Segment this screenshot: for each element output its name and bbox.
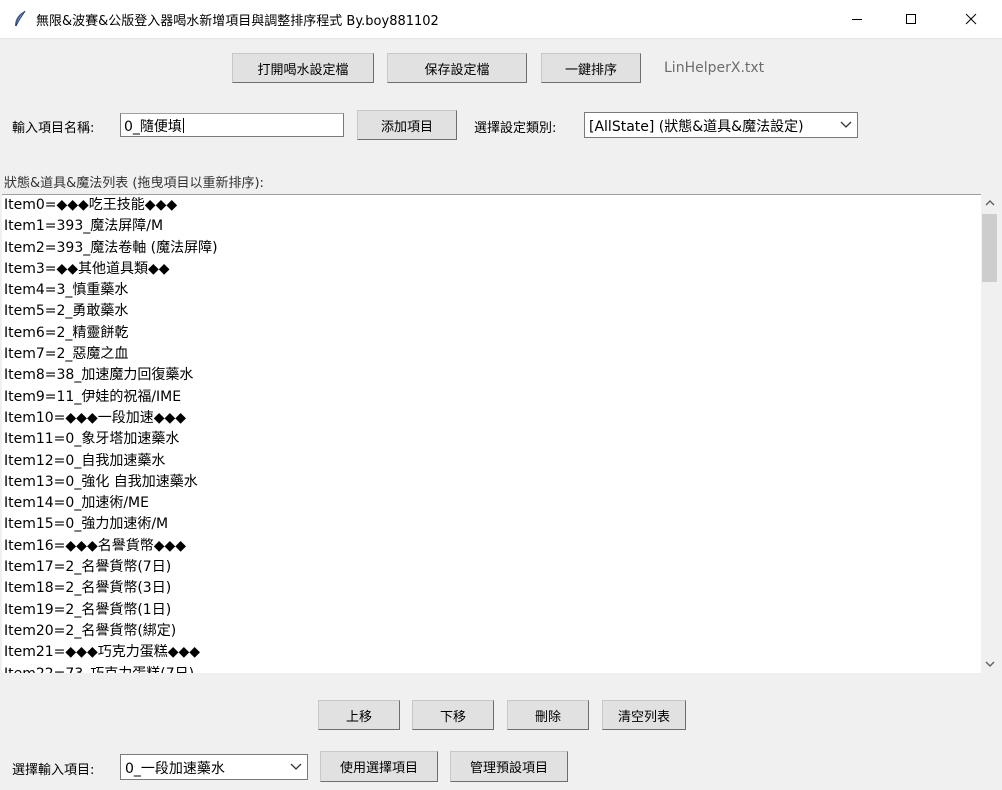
- list-item[interactable]: Item22=73_巧克力蛋糕(7日): [2, 664, 981, 673]
- category-select[interactable]: [AllState] (狀態&道具&魔法設定): [584, 112, 858, 138]
- maximize-button[interactable]: [888, 0, 934, 38]
- list-item[interactable]: Item13=0_強化 自我加速藥水: [2, 472, 981, 493]
- list-item[interactable]: Item1=393_魔法屏障/M: [2, 216, 981, 237]
- list-item[interactable]: Item11=0_象牙塔加速藥水: [2, 429, 981, 450]
- list-item[interactable]: Item15=0_強力加速術/M: [2, 514, 981, 535]
- list-item[interactable]: Item6=2_精靈餅乾: [2, 323, 981, 344]
- chevron-down-icon: [985, 661, 994, 667]
- item-name-label: 輸入項目名稱:: [12, 121, 95, 136]
- list-item[interactable]: Item0=◆◆◆吃王技能◆◆◆: [2, 195, 981, 216]
- list-item[interactable]: Item7=2_惡魔之血: [2, 344, 981, 365]
- open-config-button[interactable]: 打開喝水設定檔: [232, 53, 374, 83]
- move-down-button[interactable]: 下移: [412, 700, 494, 730]
- preset-item-select[interactable]: 0_一段加速藥水: [120, 754, 308, 780]
- sort-button[interactable]: 一鍵排序: [541, 53, 641, 83]
- list-item[interactable]: Item14=0_加速術/ME: [2, 493, 981, 514]
- add-item-button[interactable]: 添加項目: [357, 110, 457, 140]
- list-item[interactable]: Item17=2_名譽貨幣(7日): [2, 557, 981, 578]
- save-config-button[interactable]: 保存設定檔: [387, 53, 527, 83]
- category-value: [AllState] (狀態&道具&魔法設定): [589, 119, 804, 135]
- list-header: 狀態&道具&魔法列表 (拖曳項目以重新排序):: [4, 176, 264, 191]
- close-icon: [965, 13, 977, 25]
- list-scrollbar[interactable]: [981, 194, 998, 672]
- preset-item-value: 0_一段加速藥水: [125, 761, 225, 777]
- item-listbox[interactable]: Item0=◆◆◆吃王技能◆◆◆ Item1=393_魔法屏障/M Item2=…: [2, 194, 981, 673]
- list-item[interactable]: Item9=11_伊娃的祝福/IME: [2, 387, 981, 408]
- manage-presets-button[interactable]: 管理預設項目: [450, 751, 568, 782]
- list-item[interactable]: Item5=2_勇敢藥水: [2, 301, 981, 322]
- window-title: 無限&波賽&公版登入器喝水新增項目與調整排序程式 By.boy881102: [36, 14, 439, 29]
- chevron-down-icon: [840, 121, 852, 128]
- list-item[interactable]: Item19=2_名譽貨幣(1日): [2, 600, 981, 621]
- scroll-up-button[interactable]: [981, 194, 998, 211]
- config-filename: LinHelperX.txt: [664, 60, 765, 76]
- feather-icon: [15, 10, 26, 27]
- minimize-icon: [852, 19, 862, 20]
- list-item[interactable]: Item20=2_名譽貨幣(綁定): [2, 621, 981, 642]
- chevron-down-icon: [290, 763, 302, 770]
- item-name-input[interactable]: 0_隨便填: [120, 113, 344, 137]
- scroll-thumb[interactable]: [982, 214, 997, 282]
- select-item-label: 選擇輸入項目:: [12, 763, 95, 778]
- item-name-value: 0_隨便填: [124, 119, 182, 135]
- list-item[interactable]: Item3=◆◆其他道具類◆◆: [2, 259, 981, 280]
- list-item[interactable]: Item18=2_名譽貨幣(3日): [2, 578, 981, 599]
- list-item[interactable]: Item10=◆◆◆一段加速◆◆◆: [2, 408, 981, 429]
- move-up-button[interactable]: 上移: [318, 700, 400, 730]
- use-selected-button[interactable]: 使用選擇項目: [320, 751, 438, 782]
- maximize-icon: [906, 14, 916, 24]
- minimize-button[interactable]: [834, 0, 880, 38]
- delete-button[interactable]: 刪除: [507, 700, 589, 730]
- close-button[interactable]: [948, 0, 994, 38]
- clear-list-button[interactable]: 清空列表: [602, 700, 686, 730]
- list-item[interactable]: Item12=0_自我加速藥水: [2, 451, 981, 472]
- list-item[interactable]: Item2=393_魔法卷軸 (魔法屏障): [2, 238, 981, 259]
- list-item[interactable]: Item4=3_慎重藥水: [2, 280, 981, 301]
- list-item[interactable]: Item8=38_加速魔力回復藥水: [2, 365, 981, 386]
- chevron-up-icon: [985, 199, 994, 205]
- list-item[interactable]: Item16=◆◆◆名譽貨幣◆◆◆: [2, 536, 981, 557]
- text-caret: [182, 118, 184, 133]
- category-label: 選擇設定類別:: [474, 121, 557, 136]
- scroll-down-button[interactable]: [981, 655, 998, 672]
- title-bar: 無限&波賽&公版登入器喝水新增項目與調整排序程式 By.boy881102: [0, 0, 1002, 39]
- list-item[interactable]: Item21=◆◆◆巧克力蛋糕◆◆◆: [2, 642, 981, 663]
